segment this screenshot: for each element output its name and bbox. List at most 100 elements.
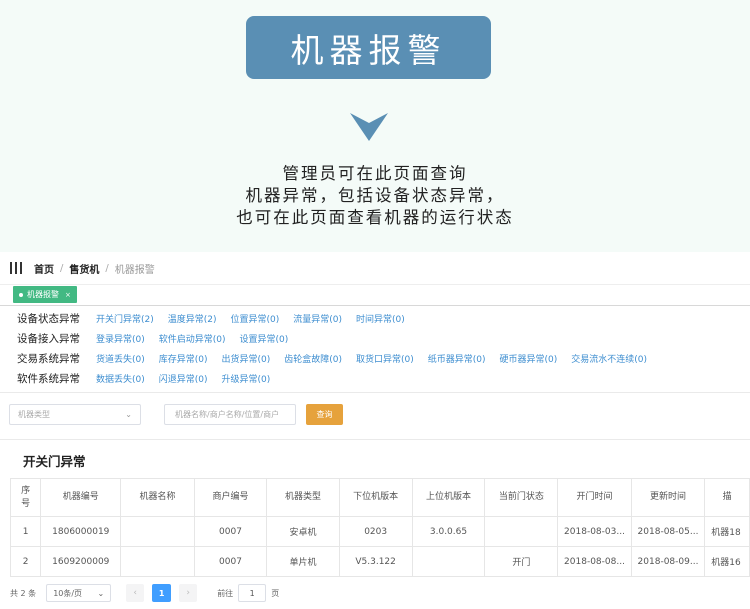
category-link[interactable]: 开关门异常(2)	[96, 312, 154, 325]
column-header: 上位机版本	[411, 478, 486, 517]
table-cell: 单片机	[266, 546, 340, 577]
table-cell: 2018-08-09...	[630, 546, 706, 577]
alarm-category-list: 设备状态异常 开关门异常(2) 温度异常(2) 位置异常(0) 流量异常(0) …	[0, 306, 750, 388]
chevron-down-icon: ⌄	[125, 409, 132, 419]
category-label: 设备状态异常	[17, 312, 80, 325]
breadcrumb-home[interactable]: 首页	[34, 261, 54, 276]
goto-label: 前往	[217, 588, 234, 598]
category-link[interactable]: 流量异常(0)	[293, 312, 342, 325]
category-link[interactable]: 温度异常(2)	[168, 312, 217, 325]
alarm-table: 序号 机器编号 机器名称 商户编号 机器类型 下位机版本 上位机版本 当前门状态…	[9, 478, 750, 577]
category-row: 软件系统异常 数据丢失(0) 闪退异常(0) 升级异常(0)	[17, 368, 750, 388]
hero-title: 机器报警	[246, 16, 491, 79]
table-cell: 1	[9, 516, 42, 547]
table-cell	[411, 546, 486, 577]
table-cell: 机器16	[704, 546, 750, 577]
category-link[interactable]: 位置异常(0)	[231, 312, 280, 325]
category-link[interactable]: 出货异常(0)	[222, 352, 271, 365]
down-arrow-icon	[350, 113, 388, 141]
app-panel: 首页 / 售货机 / 机器报警 机器报警 × 设备状态异常 开关门异常(2) 温…	[0, 252, 750, 609]
section-title: 开关门异常	[23, 454, 86, 469]
category-link[interactable]: 取货口异常(0)	[356, 352, 414, 365]
page-size-select[interactable]: 10条/页 ⌄	[46, 584, 112, 602]
column-header: 机器名称	[120, 478, 195, 517]
hero-description: 管理员可在此页面查询 机器异常，包括设备状态异常， 也可在此页面查看机器的运行状…	[0, 163, 750, 229]
category-label: 设备接入异常	[17, 332, 80, 345]
active-dot-icon	[19, 292, 23, 297]
table-cell: 1609200009	[40, 546, 122, 577]
table-cell: 2018-08-05...	[630, 516, 706, 547]
category-link[interactable]: 时间异常(0)	[356, 312, 405, 325]
topbar: 首页 / 售货机 / 机器报警	[0, 252, 750, 284]
category-link[interactable]: 齿轮盒故障(0)	[284, 352, 342, 365]
breadcrumb-separator: /	[105, 262, 109, 274]
table-row: 2 1609200009 0007 单片机 V5.3.122 开门 2018-0…	[9, 546, 750, 577]
table-cell: 0007	[193, 516, 268, 547]
table-cell: 2018-08-03...	[557, 516, 632, 547]
category-row: 交易系统异常 货道丢失(0) 库存异常(0) 出货异常(0) 齿轮盒故障(0) …	[17, 348, 750, 368]
machine-type-select[interactable]: 机器类型 ⌄	[9, 403, 141, 425]
tab-label: 机器报警	[27, 290, 59, 299]
table-cell: 0203	[338, 516, 413, 547]
table-cell: 开门	[484, 546, 559, 577]
tab-bar: 机器报警 ×	[0, 284, 750, 306]
column-header: 商户编号	[193, 478, 268, 517]
query-button[interactable]: 查询	[306, 403, 343, 425]
hero-desc-line: 机器异常，包括设备状态异常，	[245, 186, 505, 205]
page-number-current[interactable]: 1	[152, 584, 172, 602]
table-cell: 2018-08-08...	[557, 546, 632, 577]
table-row: 1 1806000019 0007 安卓机 0203 3.0.0.65 2018…	[9, 516, 750, 547]
table-cell: 1806000019	[40, 516, 122, 547]
pagination: 共 2 条 10条/页 ⌄ ‹ 1 › 前往 页	[10, 584, 279, 602]
breadcrumb-separator: /	[60, 262, 64, 274]
chevron-down-icon: ⌄	[97, 588, 105, 598]
divider	[0, 439, 750, 440]
search-input[interactable]	[164, 403, 296, 425]
category-label: 交易系统异常	[17, 352, 80, 365]
column-header: 当前门状态	[484, 478, 559, 517]
next-page-button[interactable]: ›	[179, 584, 198, 602]
table-cell: 2	[9, 546, 42, 577]
column-header: 下位机版本	[338, 478, 413, 517]
close-icon[interactable]: ×	[65, 291, 71, 299]
table-cell	[120, 516, 195, 547]
category-row: 设备状态异常 开关门异常(2) 温度异常(2) 位置异常(0) 流量异常(0) …	[17, 308, 750, 328]
menu-toggle-icon[interactable]	[10, 262, 22, 274]
goto-unit: 页	[271, 588, 280, 598]
hero-desc-line: 管理员可在此页面查询	[282, 164, 468, 183]
table-cell	[484, 516, 559, 547]
column-header: 机器编号	[40, 478, 122, 517]
column-header: 更新时间	[630, 478, 706, 517]
column-header: 描	[704, 478, 750, 517]
column-header: 开门时间	[557, 478, 632, 517]
category-link[interactable]: 纸币器异常(0)	[428, 352, 486, 365]
goto-page-input[interactable]	[238, 584, 267, 602]
category-link[interactable]: 登录异常(0)	[96, 332, 145, 345]
category-link[interactable]: 库存异常(0)	[159, 352, 208, 365]
category-link[interactable]: 闪退异常(0)	[159, 372, 208, 385]
page-size-value: 10条/页	[53, 588, 83, 598]
category-row: 设备接入异常 登录异常(0) 软件启动异常(0) 设置异常(0)	[17, 328, 750, 348]
category-link[interactable]: 硬币器异常(0)	[500, 352, 558, 365]
column-header: 序号	[9, 478, 42, 517]
prev-page-button[interactable]: ‹	[126, 584, 145, 602]
category-link[interactable]: 软件启动异常(0)	[159, 332, 226, 345]
total-count: 共 2 条	[10, 588, 37, 598]
category-link[interactable]: 升级异常(0)	[222, 372, 271, 385]
category-link[interactable]: 交易流水不连续(0)	[571, 352, 647, 365]
table-cell: 安卓机	[266, 516, 340, 547]
table-cell: V5.3.122	[338, 546, 413, 577]
table-cell: 0007	[193, 546, 268, 577]
category-link[interactable]: 设置异常(0)	[240, 332, 289, 345]
category-link[interactable]: 数据丢失(0)	[96, 372, 145, 385]
category-link[interactable]: 货道丢失(0)	[96, 352, 145, 365]
select-placeholder: 机器类型	[18, 409, 50, 419]
category-label: 软件系统异常	[17, 372, 80, 385]
column-header: 机器类型	[266, 478, 340, 517]
tab-machine-alarm[interactable]: 机器报警 ×	[13, 286, 77, 303]
hero-desc-line: 也可在此页面查看机器的运行状态	[236, 208, 514, 227]
table-cell	[120, 546, 195, 577]
filter-bar: 机器类型 ⌄ 查询	[0, 393, 750, 435]
breadcrumb-current: 机器报警	[114, 264, 155, 276]
breadcrumb-vending[interactable]: 售货机	[69, 261, 99, 276]
